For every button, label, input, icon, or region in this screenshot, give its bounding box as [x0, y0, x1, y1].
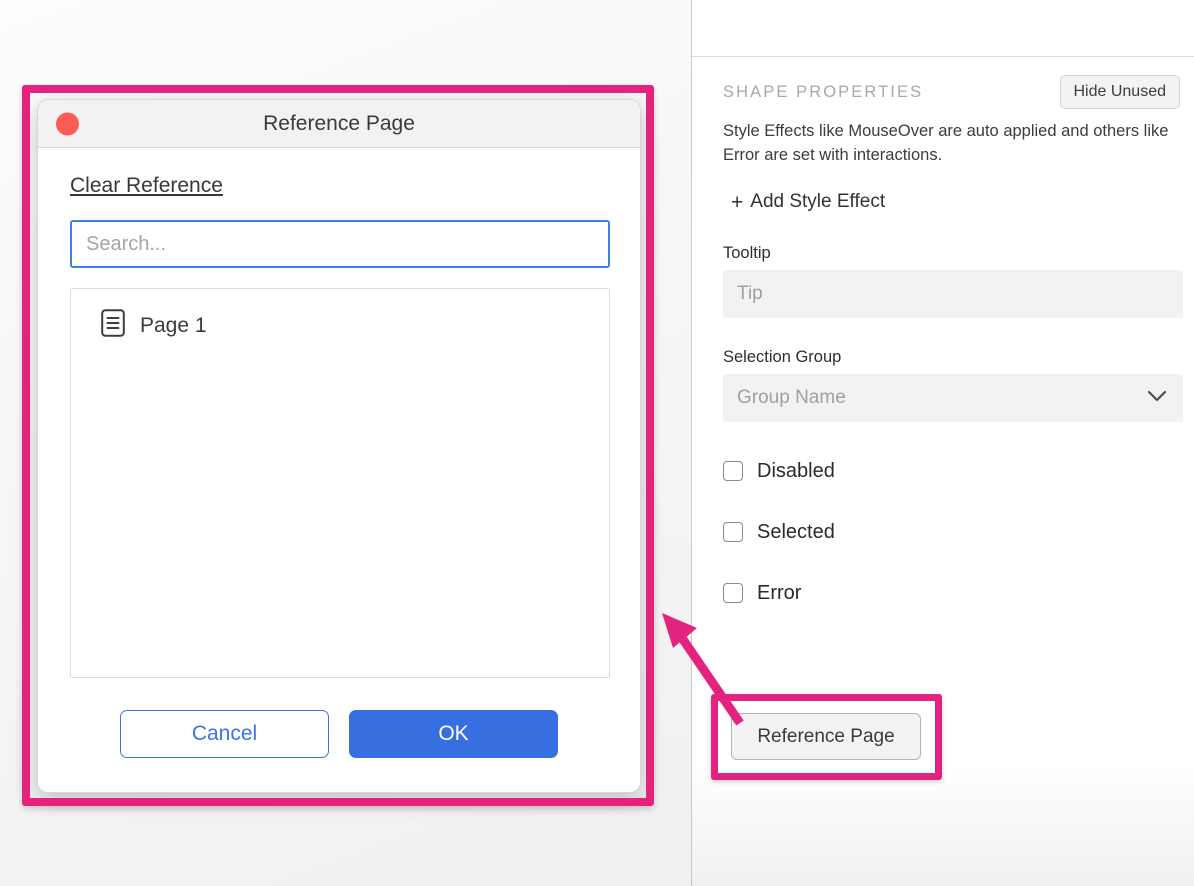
- checkbox-disabled[interactable]: [723, 461, 743, 481]
- checkbox-selected[interactable]: [723, 522, 743, 542]
- reference-page-button[interactable]: Reference Page: [731, 713, 921, 760]
- selection-group-input[interactable]: [723, 374, 1183, 422]
- dialog-titlebar: Reference Page: [38, 100, 640, 148]
- checkbox-label-disabled: Disabled: [757, 460, 835, 483]
- search-input[interactable]: [70, 220, 610, 268]
- panel-top-area: [692, 0, 1194, 57]
- add-style-effect-button[interactable]: + Add Style Effect: [723, 191, 885, 213]
- checkbox-row-error[interactable]: Error: [723, 582, 1180, 605]
- hide-unused-button[interactable]: Hide Unused: [1060, 75, 1181, 109]
- tooltip-label: Tooltip: [723, 244, 1180, 263]
- panel-section-header: SHAPE PROPERTIES Hide Unused: [723, 74, 1180, 110]
- page-document-icon: [101, 309, 125, 342]
- checkbox-error[interactable]: [723, 583, 743, 603]
- ok-button[interactable]: OK: [349, 710, 558, 758]
- checkbox-label-error: Error: [757, 582, 801, 605]
- page-list[interactable]: Page 1: [70, 288, 610, 678]
- panel-content: SHAPE PROPERTIES Hide Unused Style Effec…: [692, 58, 1194, 886]
- list-item[interactable]: Page 1: [71, 303, 609, 348]
- checkbox-row-selected[interactable]: Selected: [723, 521, 1180, 544]
- reference-page-dialog: Reference Page Clear Reference Page 1 Ca…: [37, 99, 641, 793]
- dialog-body: Clear Reference Page 1 Cancel OK: [38, 148, 640, 758]
- plus-icon: +: [731, 192, 743, 213]
- shape-properties-help-text: Style Effects like MouseOver are auto ap…: [723, 119, 1180, 167]
- tooltip-input[interactable]: [723, 270, 1183, 318]
- page-title: SHAPE PROPERTIES: [723, 83, 923, 102]
- dialog-actions: Cancel OK: [70, 710, 608, 758]
- reference-page-button-wrapper: Reference Page: [731, 713, 921, 760]
- close-dot-icon[interactable]: [56, 112, 79, 135]
- dialog-title: Reference Page: [263, 112, 415, 136]
- selection-group-field-block: Selection Group: [723, 348, 1180, 422]
- tooltip-field-block: Tooltip: [723, 244, 1180, 318]
- list-item-label: Page 1: [140, 314, 207, 338]
- clear-reference-link[interactable]: Clear Reference: [70, 174, 223, 198]
- add-style-effect-label: Add Style Effect: [750, 191, 885, 213]
- selection-group-select-wrapper: [723, 374, 1183, 422]
- checkbox-label-selected: Selected: [757, 521, 835, 544]
- cancel-button[interactable]: Cancel: [120, 710, 329, 758]
- checkbox-row-disabled[interactable]: Disabled: [723, 460, 1180, 483]
- selection-group-label: Selection Group: [723, 348, 1180, 367]
